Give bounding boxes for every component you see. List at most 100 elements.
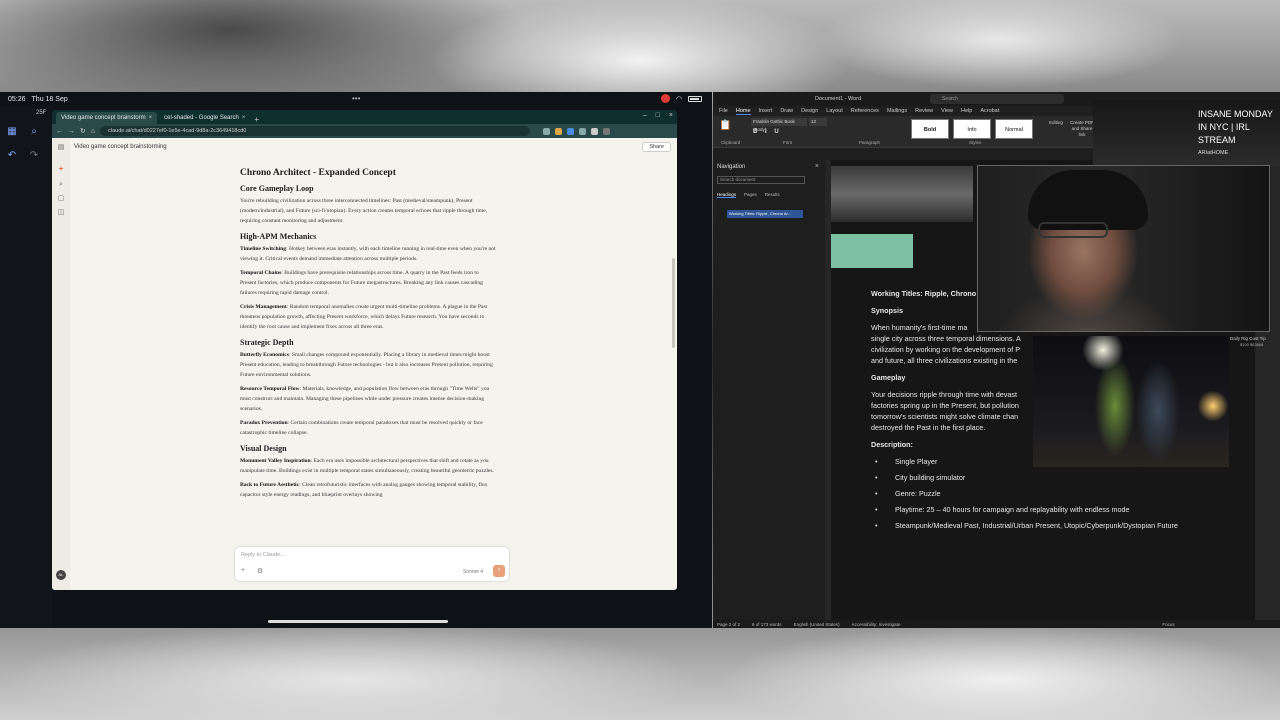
menu-item-draw[interactable]: Draw xyxy=(780,108,793,114)
attach-icon[interactable]: + xyxy=(241,567,245,574)
chat-title[interactable]: Video game concept brainstorming xyxy=(74,144,167,150)
tab-label: cel-shaded - Google Search xyxy=(164,115,239,121)
forward-icon[interactable]: ↷ xyxy=(28,150,40,162)
chats-icon[interactable]: ▢ xyxy=(57,195,65,203)
doc-term: Timeline Switching xyxy=(240,246,287,252)
doc-term: Paradox Prevention xyxy=(240,420,288,426)
multitask-dots-icon[interactable]: ••• xyxy=(352,94,360,103)
minimize-icon[interactable]: – xyxy=(643,112,647,119)
home-icon[interactable]: ⌂ xyxy=(91,128,95,135)
editing-tool[interactable]: Editing xyxy=(1043,120,1069,126)
tab-google[interactable]: cel-shaded - Google Search × xyxy=(159,112,250,124)
street-camera-feed xyxy=(1033,336,1229,467)
reply-input[interactable]: Reply to Claude... xyxy=(241,552,285,558)
close-icon[interactable]: × xyxy=(815,163,819,170)
tab-label: Video game concept brainstorm xyxy=(61,115,146,121)
font-name-select[interactable]: Franklin Gothic Book (Body) xyxy=(751,118,807,132)
doc-term: Butterfly Economics xyxy=(240,352,289,358)
doc-title: Chrono Architect - Expanded Concept xyxy=(240,168,396,178)
claude-page: ▤ + ⌕ ▢ ◫ Video game concept brainstormi… xyxy=(52,138,677,590)
doc-paragraph: Resource Temporal Flow: Materials, knowl… xyxy=(240,384,496,414)
scrollbar[interactable] xyxy=(672,258,675,348)
profile-icon[interactable] xyxy=(591,127,599,135)
nav-tab-results[interactable]: Results xyxy=(765,192,780,198)
style-normal[interactable]: Normal xyxy=(995,119,1033,139)
back-icon[interactable]: ← xyxy=(56,128,63,135)
grid-icon[interactable]: ▦ xyxy=(6,126,18,138)
menu-item-design[interactable]: Design xyxy=(801,108,818,114)
send-icon[interactable]: ↑ xyxy=(493,565,505,577)
maximize-icon[interactable]: □ xyxy=(656,112,660,119)
create-pdf-tool[interactable]: Create PDF and Share link xyxy=(1069,120,1095,138)
browser-window: Video game concept brainstorm × cel-shad… xyxy=(52,110,677,590)
tab-claude[interactable]: Video game concept brainstorm × xyxy=(56,112,158,124)
menu-item-help[interactable]: Help xyxy=(961,108,972,114)
model-selector[interactable]: Sonnet 4 xyxy=(463,569,483,575)
menu-item-references[interactable]: References xyxy=(851,108,879,114)
search-icon[interactable]: ⌕ xyxy=(57,181,65,189)
menu-icon[interactable] xyxy=(603,127,611,135)
nav-search-input[interactable]: Search document xyxy=(717,176,805,184)
new-chat-icon[interactable]: + xyxy=(57,166,65,174)
doc-section-heading: Visual Design xyxy=(240,444,287,453)
menu-item-insert[interactable]: Insert xyxy=(759,108,773,114)
document-image xyxy=(831,166,973,222)
nav-tab-pages[interactable]: Pages xyxy=(744,192,757,198)
forward-icon[interactable]: → xyxy=(68,128,75,135)
close-tab-icon[interactable]: × xyxy=(149,115,153,121)
new-tab-icon[interactable]: + xyxy=(254,115,259,124)
address-bar[interactable]: claude.ai/chat/d0227ef0-1e5e-4cad-9d8a-2… xyxy=(100,126,531,136)
style-bold[interactable]: Bold xyxy=(911,119,949,139)
webcam-feed xyxy=(977,165,1270,332)
extension-icon[interactable] xyxy=(555,127,563,135)
nav-tabs: Headings Pages Results xyxy=(717,192,780,198)
font-size-select[interactable]: 12 xyxy=(809,118,827,126)
rig-cost-label: Daily Rig Cost Tip xyxy=(1230,336,1266,341)
nav-tab-headings[interactable]: Headings xyxy=(717,192,737,198)
menu-item-view[interactable]: View xyxy=(941,108,953,114)
format-buttons[interactable]: B I U xyxy=(753,129,782,135)
rig-cost-amount: $100 $63868 xyxy=(1240,342,1264,347)
word-search-input[interactable]: Search xyxy=(930,94,1064,104)
word-status-bar: Page 2 of 2 6 of 173 words English (United… xyxy=(713,620,1280,628)
back-icon[interactable]: ↶ xyxy=(6,150,18,162)
doc-term: Crisis Management xyxy=(240,304,287,310)
extension-icon[interactable] xyxy=(567,127,575,135)
reload-icon[interactable]: ↻ xyxy=(80,127,86,135)
search-icon[interactable]: ⌕ xyxy=(28,126,40,138)
status-bar: 05:26 Thu 18 Sep ••• ◠ xyxy=(0,92,712,106)
menu-item-review[interactable]: Review xyxy=(915,108,933,114)
extension-icon[interactable] xyxy=(579,127,587,135)
webcam-subject xyxy=(1028,170,1148,230)
menu-item-file[interactable]: File xyxy=(719,108,728,114)
doc-paragraph: You're rebuilding civilization across th… xyxy=(240,196,496,226)
document-title: Document1 - Word xyxy=(815,96,862,102)
nav-heading-item[interactable]: Working Titles: Ripple, Chrono Ar... xyxy=(727,210,803,218)
status-item: Focus xyxy=(1162,621,1175,627)
doc-paragraph: Back to Future Aesthetic: Clean retrofut… xyxy=(240,480,496,500)
menu-item-acrobat[interactable]: Acrobat xyxy=(980,108,999,114)
paste-icon[interactable]: 📋 xyxy=(719,120,731,131)
menu-item-mailings[interactable]: Mailings xyxy=(887,108,907,114)
projects-icon[interactable]: ◫ xyxy=(57,209,65,217)
share-button[interactable]: Share xyxy=(642,142,671,152)
app-rail: 25F ▦ ⌕ ↶ ↷ xyxy=(0,106,52,628)
home-indicator[interactable] xyxy=(268,620,448,623)
menu-item-home[interactable]: Home xyxy=(735,108,751,115)
navigation-pane: Navigation × Search document Headings Pa… xyxy=(713,160,825,620)
doc-term: Back to Future Aesthetic xyxy=(240,482,300,488)
style-info[interactable]: Info xyxy=(953,119,991,139)
rail-tab-label[interactable]: 25F xyxy=(36,110,46,116)
bullet-item: Steampunk/Medieval Past, Industrial/Urba… xyxy=(871,520,1251,531)
reply-box[interactable]: Reply to Claude... + ⚙ Sonnet 4 ↑ xyxy=(234,546,510,582)
extension-icon[interactable] xyxy=(543,127,551,135)
avatar[interactable]: AL xyxy=(56,570,66,580)
close-tab-icon[interactable]: × xyxy=(242,115,246,121)
tools-icon[interactable]: ⚙ xyxy=(257,567,263,575)
menu-item-layout[interactable]: Layout xyxy=(826,108,843,114)
sidebar-toggle-icon[interactable]: ▤ xyxy=(57,144,65,152)
window-controls: – □ × xyxy=(643,112,673,119)
doc-paragraph: Butterfly Economics: Small changes compo… xyxy=(240,350,496,380)
close-icon[interactable]: × xyxy=(669,112,673,119)
doc-section-heading: High-APM Mechanics xyxy=(240,232,317,241)
